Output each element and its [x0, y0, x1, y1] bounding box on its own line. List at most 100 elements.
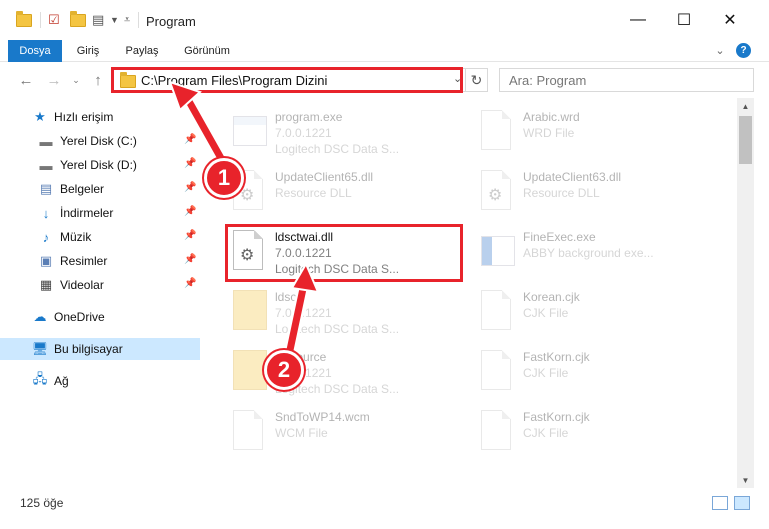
sidebar-item-documents[interactable]: ▤ Belgeler 📌 — [0, 178, 200, 200]
file-tile[interactable]: Resource 7.0.0.1221 Logitech DSC Data S.… — [225, 344, 465, 402]
forward-arrow-icon[interactable]: → — [44, 70, 64, 90]
new-folder-icon[interactable] — [70, 10, 86, 30]
tab-home[interactable]: Giriş — [68, 40, 108, 62]
file-type: WCM File — [275, 426, 328, 440]
scroll-up-icon[interactable]: ▲ — [737, 98, 754, 114]
sidebar-item-label: Yerel Disk (C:) — [60, 134, 137, 148]
document-file-icon — [481, 110, 515, 154]
file-name: UpdateClient63.dll — [523, 170, 622, 184]
file-name: FastKorn.cjk — [523, 350, 590, 364]
file-type: CJK File — [523, 426, 569, 440]
tiles-view-icon[interactable] — [734, 496, 750, 510]
ribbon-collapse-icon[interactable]: ⌄ — [712, 40, 728, 62]
document-file-icon — [481, 350, 515, 394]
file-tile[interactable]: FastKorn.cjk CJK File — [473, 404, 713, 462]
documents-icon: ▤ — [39, 181, 53, 196]
search-input[interactable]: Ara: Program — [499, 68, 754, 92]
step-2-badge: 2 — [264, 350, 304, 390]
navigation-pane: ★ Hızlı erişim ▬ Yerel Disk (C:) 📌 ▬ Yer… — [0, 98, 200, 488]
file-tile[interactable]: Korean.cjk CJK File — [473, 284, 713, 342]
maximize-button[interactable]: ☐ — [661, 0, 707, 40]
minimize-button[interactable]: — — [615, 0, 661, 40]
tab-view[interactable]: Görünüm — [176, 40, 238, 62]
sidebar-item-pictures[interactable]: ▣ Resimler 📌 — [0, 250, 200, 272]
file-list: program.exe 7.0.0.1221 Logitech DSC Data… — [205, 98, 737, 488]
pin-icon[interactable]: 📌 — [184, 134, 196, 145]
sidebar-item-downloads[interactable]: ↓ İndirmeler 📌 — [0, 202, 200, 224]
file-version: 7.0.0.1221 — [275, 126, 332, 140]
refresh-icon[interactable]: ↻ — [465, 69, 487, 91]
file-version: 7.0.0.1221 — [275, 306, 332, 320]
tab-share[interactable]: Paylaş — [118, 40, 166, 62]
file-type: CJK File — [523, 366, 569, 380]
title-divider — [138, 12, 139, 28]
pictures-icon: ▣ — [39, 253, 53, 268]
address-highlight-box — [111, 67, 463, 93]
file-type: CJK File — [523, 306, 569, 320]
dll-file-icon: ⚙ — [481, 170, 515, 214]
status-bar: 125 öğe — [0, 488, 769, 529]
help-icon[interactable]: ? — [736, 43, 751, 58]
sidebar-item-onedrive[interactable]: ☁ OneDrive — [0, 306, 200, 328]
computer-icon: 🖥 — [31, 341, 49, 356]
file-tile[interactable]: program.exe 7.0.0.1221 Logitech DSC Data… — [225, 104, 465, 162]
file-type: Resource DLL — [275, 186, 352, 200]
close-button[interactable]: ✕ — [707, 0, 753, 40]
sidebar-item-videos[interactable]: ▦ Videolar 📌 — [0, 274, 200, 296]
toolbar-divider — [40, 12, 41, 28]
file-description: ABBY background exe... — [523, 246, 654, 260]
sidebar-item-label: Resimler — [60, 254, 108, 268]
sidebar-item-label: İndirmeler — [60, 206, 114, 220]
sidebar-item-this-pc[interactable]: 🖥 Bu bilgisayar — [0, 338, 200, 360]
document-file-icon — [233, 410, 267, 454]
view-options-icon[interactable]: ▤ — [92, 10, 104, 30]
quick-access-folder-icon[interactable] — [16, 10, 32, 30]
file-description: Logitech DSC Data S... — [275, 322, 400, 336]
file-tile[interactable]: FastKorn.cjk CJK File — [473, 344, 713, 402]
sidebar-item-network[interactable]: 🖧 Ağ — [0, 370, 200, 392]
details-view-icon[interactable] — [712, 496, 728, 510]
title-bar: ☑ ▤ ▼ ⩡ Program — ☐ ✕ — [0, 0, 769, 40]
file-name: FastKorn.cjk — [523, 410, 590, 424]
exe-file-icon — [233, 110, 267, 154]
file-tile[interactable]: Arabic.wrd WRD File — [473, 104, 713, 162]
pin-icon[interactable]: 📌 — [184, 278, 196, 289]
scroll-thumb[interactable] — [739, 116, 752, 164]
cloud-icon: ☁ — [33, 309, 47, 324]
navigation-bar: ← → ⌄ ↑ C:\Program Files\Program Dizini … — [0, 62, 769, 98]
pin-icon[interactable]: 📌 — [184, 206, 196, 217]
vertical-scrollbar[interactable]: ▲ ▼ — [737, 98, 754, 488]
recent-locations-chevron-icon[interactable]: ⌄ — [66, 70, 86, 90]
file-name: Arabic.wrd — [523, 110, 580, 124]
file-tile[interactable]: ⚙ UpdateClient65.dll Resource DLL — [225, 164, 465, 222]
sidebar-item-label: Yerel Disk (D:) — [60, 158, 137, 172]
properties-icon[interactable]: ☑ — [48, 10, 60, 30]
document-file-icon — [481, 410, 515, 454]
customize-toolbar-icon[interactable]: ⩡ — [124, 10, 130, 30]
chevron-down-icon[interactable]: ▼ — [110, 10, 119, 30]
pin-icon[interactable]: 📌 — [184, 254, 196, 265]
file-type: WRD File — [523, 126, 575, 140]
sidebar-item-local-disk-c[interactable]: ▬ Yerel Disk (C:) 📌 — [0, 130, 200, 152]
file-name: FineExec.exe — [523, 230, 596, 244]
tab-file[interactable]: Dosya — [8, 40, 62, 62]
up-arrow-icon[interactable]: ↑ — [88, 70, 108, 90]
pin-icon[interactable]: 📌 — [184, 230, 196, 241]
pin-icon[interactable]: 📌 — [184, 182, 196, 193]
back-arrow-icon[interactable]: ← — [16, 70, 36, 90]
videos-icon: ▦ — [39, 277, 53, 292]
ribbon-tabs: Dosya Giriş Paylaş Görünüm ⌄ ? — [0, 40, 769, 62]
scroll-down-icon[interactable]: ▼ — [737, 472, 754, 488]
sidebar-item-music[interactable]: ♪ Müzik 📌 — [0, 226, 200, 248]
sidebar-item-local-disk-d[interactable]: ▬ Yerel Disk (D:) 📌 — [0, 154, 200, 176]
file-tile[interactable]: FineExec.exe ABBY background exe... — [473, 224, 713, 282]
file-name: Korean.cjk — [523, 290, 580, 304]
pin-icon[interactable]: 📌 — [184, 158, 196, 169]
sidebar-item-quick-access[interactable]: ★ Hızlı erişim — [0, 106, 200, 128]
network-icon: 🖧 — [32, 371, 48, 386]
file-tile[interactable]: ldsc 7.0.0.1221 Logitech DSC Data S... — [225, 284, 465, 342]
file-name: UpdateClient65.dll — [275, 170, 374, 184]
file-tile[interactable]: SndToWP14.wcm WCM File — [225, 404, 465, 462]
file-tile[interactable]: ⚙ UpdateClient63.dll Resource DLL — [473, 164, 713, 222]
step-1-badge: 1 — [204, 158, 244, 198]
